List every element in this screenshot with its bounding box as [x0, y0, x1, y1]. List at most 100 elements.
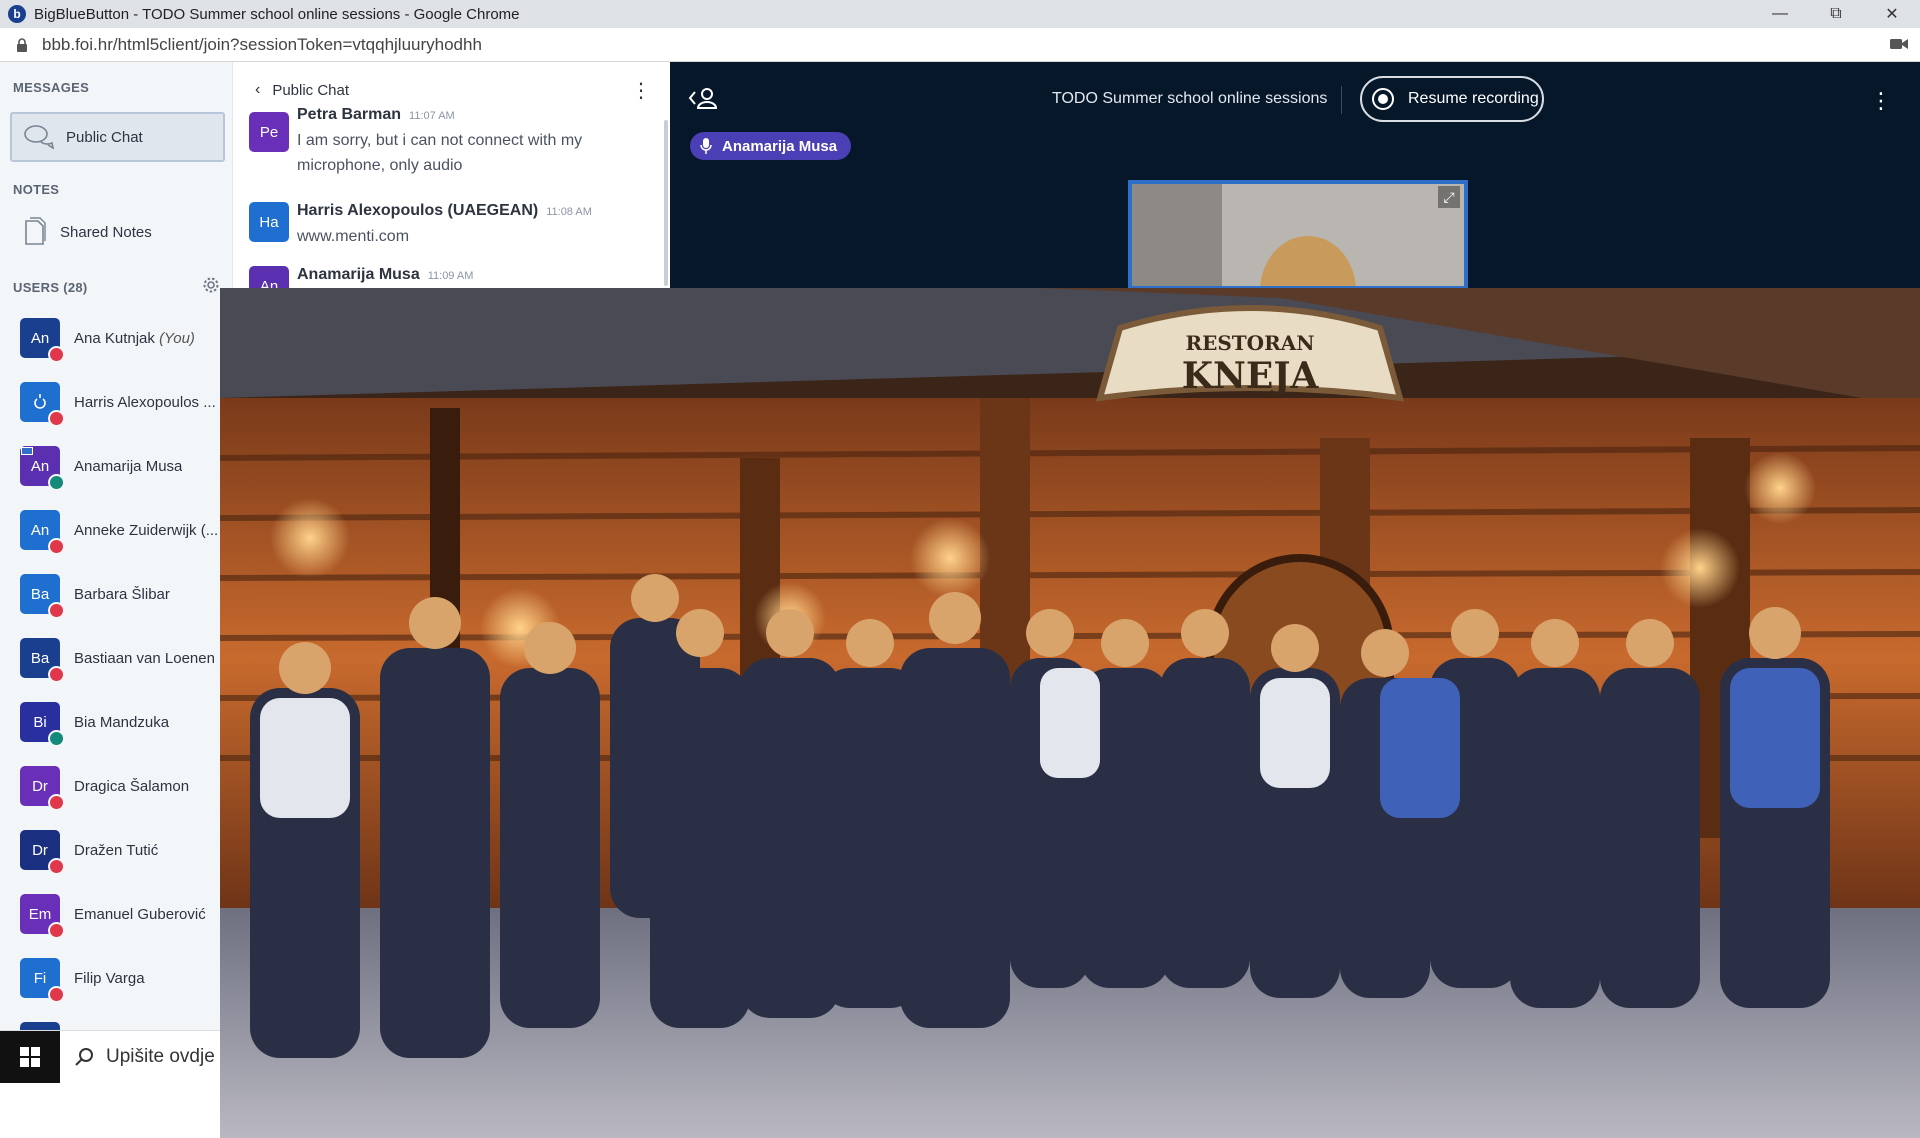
window-title: BigBlueButton - TODO Summer school onlin… — [34, 5, 520, 23]
presentation-area: TODO Summer school online sessions Resum… — [670, 62, 1920, 290]
group-photo-image: RESTORAN KNEJA — [220, 288, 1920, 1138]
message-time: 11:08 AM — [546, 206, 592, 218]
gear-icon[interactable] — [202, 276, 220, 294]
user-name: Ana Kutnjak (You) — [74, 330, 195, 347]
sender-name: Harris Alexopoulos (UAEGEAN) — [297, 202, 539, 219]
close-icon[interactable]: ✕ — [1864, 0, 1920, 28]
avatar: Ha — [249, 202, 289, 242]
record-icon — [1372, 88, 1394, 110]
chat-message: Pe Petra Barman 11:07 AM I am sorry, but … — [249, 106, 649, 208]
avatar: An — [20, 446, 65, 491]
user-list-item[interactable]: Dr Dragica Šalamon — [0, 754, 232, 818]
shared-notes-label: Shared Notes — [60, 223, 152, 241]
muted-mic-icon — [48, 794, 65, 811]
notes-icon — [25, 217, 46, 245]
windows-start-button[interactable] — [0, 1030, 60, 1083]
user-list-item[interactable]: Bi Bia Mandzuka — [0, 690, 232, 754]
muted-mic-icon — [48, 410, 65, 427]
meeting-title: TODO Summer school online sessions — [1052, 90, 1328, 107]
public-chat-item[interactable]: Public Chat — [10, 112, 225, 162]
mic-on-icon — [48, 474, 65, 491]
avatar: Pe — [249, 112, 289, 152]
you-tag: (You) — [159, 329, 195, 347]
message-text: I am sorry, but i can not connect with m… — [297, 132, 583, 174]
user-list-item[interactable]: Em Emanuel Guberović — [0, 882, 232, 946]
avatar-initials: An — [30, 329, 50, 347]
chat-scrollbar[interactable] — [664, 120, 668, 286]
user-list-item[interactable]: Ba Barbara Šlibar — [0, 562, 232, 626]
screen: b BigBlueButton - TODO Summer school onl… — [0, 0, 1920, 1138]
avatar: Ba — [20, 574, 65, 619]
listen-only-icon — [48, 730, 65, 747]
user-name: Filip Varga — [74, 969, 145, 987]
avatar: Dr — [20, 830, 65, 875]
microphone-icon — [700, 138, 712, 154]
muted-mic-icon — [48, 922, 65, 939]
message-time: 11:07 AM — [409, 110, 455, 122]
avatar-initials: Dr — [32, 841, 48, 859]
chat-options-icon[interactable]: ⋮ — [631, 78, 651, 103]
restore-icon[interactable]: ⧉ — [1808, 0, 1864, 28]
browser-title-bar: b BigBlueButton - TODO Summer school onl… — [0, 0, 1920, 28]
avatar: Ba — [20, 638, 65, 683]
chat-title[interactable]: Public Chat — [272, 82, 349, 99]
windows-taskbar: Upišite ovdje — [0, 1030, 220, 1083]
user-name: Barbara Šlibar — [74, 585, 170, 603]
chat-panel: ‹ Public Chat ⋮ Pe Petra Barman 11:07 AM … — [232, 62, 670, 288]
user-list-item[interactable]: An Anneke Zuiderwijk (... — [0, 498, 232, 562]
chat-bubbles-icon — [24, 125, 54, 150]
avatar-initials: Ba — [30, 649, 50, 667]
message-link[interactable]: www.menti.com — [297, 224, 409, 249]
users-heading: USERS (28) — [13, 280, 88, 295]
taskbar-search[interactable]: Upišite ovdje — [74, 1046, 215, 1068]
presenter-icon — [21, 447, 33, 455]
header-divider — [1341, 86, 1342, 114]
message-sender: Anamarija Musa 11:09 AM — [297, 266, 473, 284]
avatar: Bi — [20, 702, 65, 747]
resume-recording-label: Resume recording — [1408, 90, 1539, 107]
chevron-left-icon[interactable]: ‹ — [255, 81, 260, 99]
user-list-item[interactable]: Dr Dražen Tutić — [0, 818, 232, 882]
avatar: Dr — [20, 766, 65, 811]
chat-message: Ha Harris Alexopoulos (UAEGEAN) 11:08 AM … — [249, 202, 649, 262]
address-bar[interactable]: bbb.foi.hr/html5client/join?sessionToken… — [0, 28, 1920, 62]
sender-name: Petra Barman — [297, 106, 402, 123]
avatar: Em — [20, 894, 65, 939]
message-sender: Petra Barman 11:07 AM — [297, 106, 455, 124]
webcam-background — [1132, 184, 1222, 286]
window-controls: — ⧉ ✕ — [1752, 0, 1920, 28]
avatar-initials: An — [30, 521, 50, 539]
sign-top-text: RESTORAN — [1185, 331, 1314, 355]
talking-indicator[interactable]: Anamarija Musa — [690, 132, 852, 160]
chat-message: An Anamarija Musa 11:09 AM — [249, 266, 649, 288]
user-name: Bia Mandzuka — [74, 713, 170, 731]
minimize-icon[interactable]: — — [1752, 0, 1808, 28]
user-list-item[interactable]: Ba Bastiaan van Loenen — [0, 626, 232, 690]
resume-recording-button[interactable]: Resume recording — [1360, 76, 1544, 122]
user-list-item[interactable]: Fi Filip Varga — [0, 946, 232, 1010]
webcam-video[interactable]: ⤢ — [1128, 180, 1468, 290]
muted-mic-icon — [48, 666, 65, 683]
search-icon — [75, 1047, 93, 1066]
fullscreen-icon[interactable]: ⤢ — [1438, 186, 1460, 208]
talker-name: Anamarija Musa — [722, 137, 838, 155]
user-name: Harris Alexopoulos ... — [74, 393, 216, 411]
user-name: Anneke Zuiderwijk (... — [74, 521, 219, 539]
user-name-text: Ana Kutnjak — [74, 329, 155, 347]
avatar-initials: Dr — [32, 777, 48, 795]
user-list-toggle-icon[interactable] — [688, 86, 718, 110]
url-text[interactable]: bbb.foi.hr/html5client/join?sessionToken… — [42, 35, 482, 55]
user-list-item[interactable]: Harris Alexopoulos ... — [0, 370, 232, 434]
muted-mic-icon — [48, 602, 65, 619]
group-photo-overlay: RESTORAN KNEJA — [220, 288, 1920, 1138]
camera-icon[interactable] — [1890, 37, 1908, 51]
options-menu-icon[interactable]: ⋮ — [1870, 88, 1892, 114]
user-list-item[interactable]: An Ana Kutnjak (You) — [0, 306, 232, 370]
muted-mic-icon — [48, 346, 65, 363]
user-list-item[interactable]: An Anamarija Musa — [0, 434, 232, 498]
avatar: An — [20, 318, 65, 363]
shared-notes-item[interactable]: Shared Notes — [10, 212, 225, 252]
avatar-initials: An — [30, 457, 50, 475]
muted-mic-icon — [48, 538, 65, 555]
avatar: An — [20, 510, 65, 555]
